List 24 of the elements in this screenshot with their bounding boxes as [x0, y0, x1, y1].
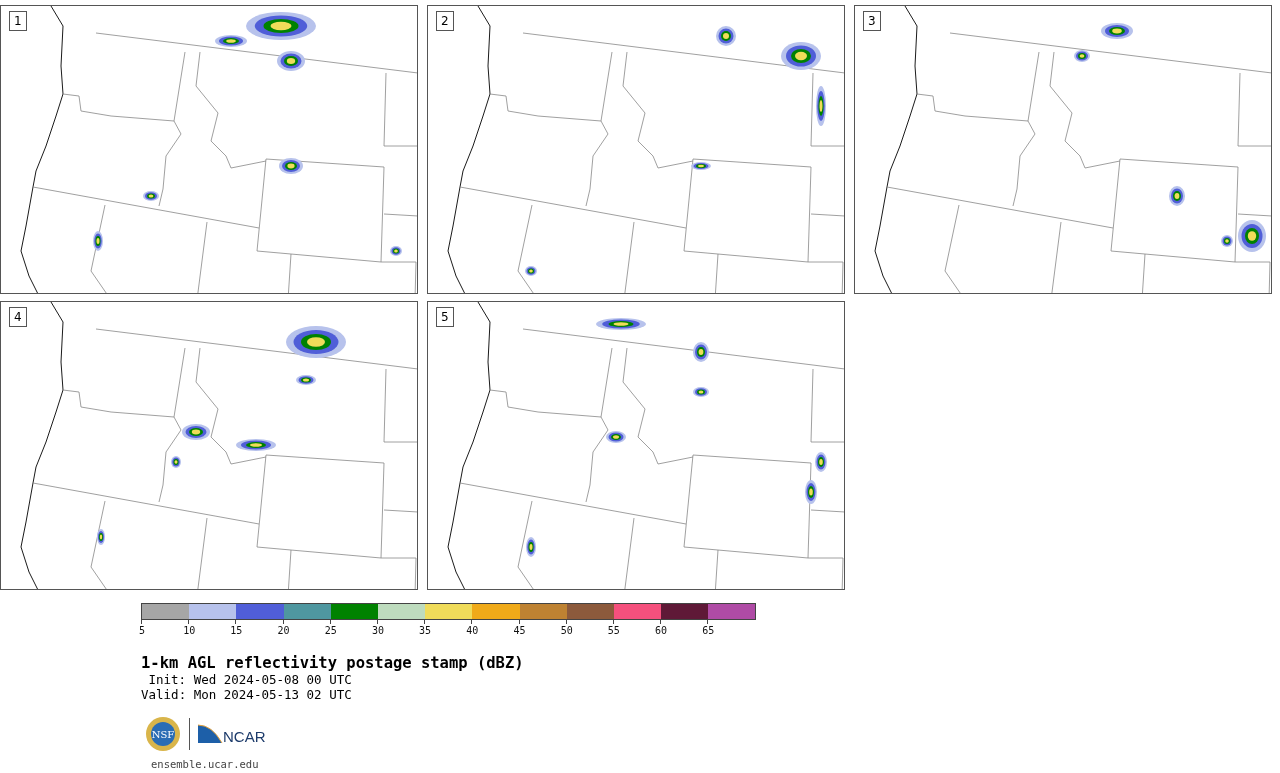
tick-label: 5 — [139, 625, 145, 636]
tick-label: 10 — [183, 625, 196, 636]
panel-number: 4 — [9, 307, 27, 327]
tick-label: 50 — [560, 625, 573, 636]
tick-label: 15 — [230, 625, 243, 636]
tick-label: 55 — [607, 625, 620, 636]
tick-label: 30 — [371, 625, 384, 636]
tick-label: 40 — [466, 625, 479, 636]
init-time: Init: Wed 2024-05-08 00 UTC — [147, 672, 352, 687]
panel-number: 2 — [436, 11, 454, 31]
tick-label: 35 — [419, 625, 432, 636]
chart-title: 1-km AGL reflectivity postage stamp (dBZ) — [141, 654, 524, 672]
panel-number: 5 — [436, 307, 454, 327]
tick-label: 65 — [702, 625, 715, 636]
panel-number: 3 — [863, 11, 881, 31]
tick-label: 20 — [277, 625, 290, 636]
seal-logo: NSF — [145, 716, 181, 752]
ncar-logo: NCAR — [198, 723, 272, 745]
panel-number: 1 — [9, 11, 27, 31]
tick-label: 60 — [655, 625, 668, 636]
tick-label: 25 — [324, 625, 337, 636]
website-url: ensemble.ucar.edu — [150, 758, 259, 770]
tick-label: 45 — [513, 625, 526, 636]
valid-time: Valid: Mon 2024-05-13 02 UTC — [141, 687, 352, 702]
